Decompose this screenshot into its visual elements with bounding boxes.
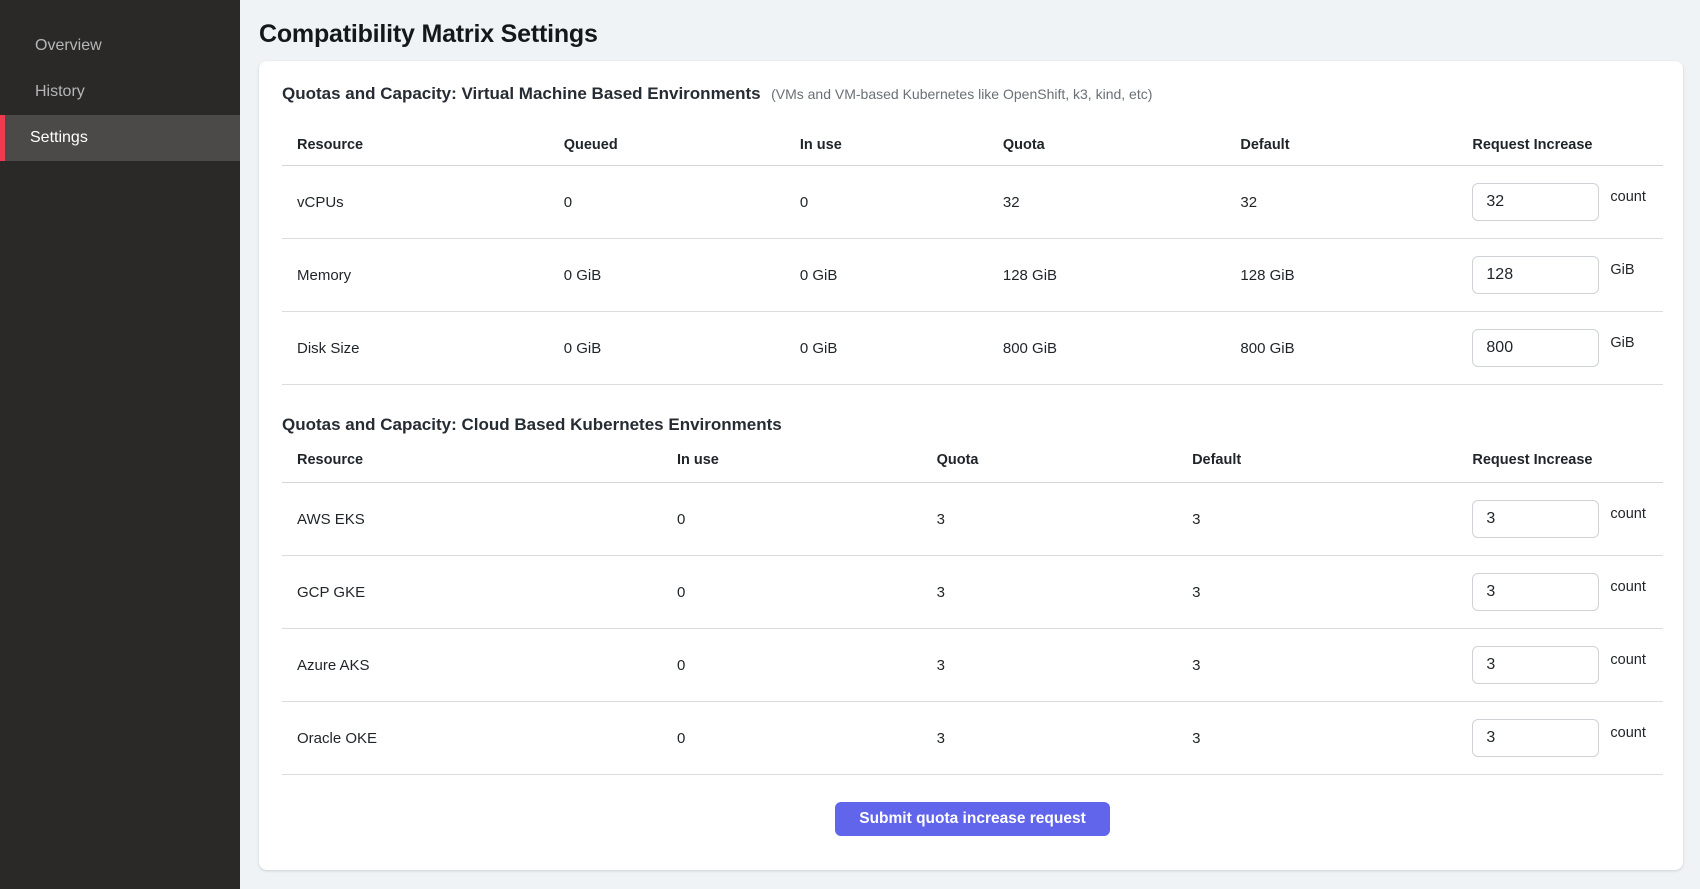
cloud-section-header: Quotas and Capacity: Cloud Based Kuberne… [282,385,1663,439]
sidebar-item-history[interactable]: History [0,69,240,115]
column-header-queued: Queued [564,137,800,153]
quota-value: 128 GiB [1003,267,1241,284]
in-use-value: 0 [677,730,937,747]
main-content: Compatibility Matrix Settings Quotas and… [240,0,1700,889]
column-header-default: Default [1240,137,1472,153]
in-use-value: 0 GiB [800,267,1003,284]
table-row-disk-size: Disk Size 0 GiB 0 GiB 800 GiB 800 GiB Gi… [282,312,1663,385]
quota-value: 800 GiB [1003,340,1241,357]
request-increase-cell: count [1472,500,1663,538]
settings-card: Quotas and Capacity: Virtual Machine Bas… [259,61,1683,870]
quota-value: 32 [1003,194,1241,211]
default-value: 32 [1240,194,1472,211]
resource-name: vCPUs [282,194,564,211]
request-increase-cell: count [1472,646,1663,684]
resource-name: GCP GKE [282,584,677,601]
column-header-default: Default [1192,452,1472,468]
table-row-aws-eks: AWS EKS 0 3 3 count [282,483,1663,556]
in-use-value: 0 [677,511,937,528]
quota-value: 3 [937,584,1192,601]
sidebar-item-label: Overview [35,37,102,55]
resource-name: AWS EKS [282,511,677,528]
queued-value: 0 [564,194,800,211]
column-header-quota: Quota [1003,137,1241,153]
column-header-in-use: In use [677,452,937,468]
table-row-gcp-gke: GCP GKE 0 3 3 count [282,556,1663,629]
page-title: Compatibility Matrix Settings [259,20,1683,49]
in-use-value: 0 GiB [800,340,1003,357]
request-increase-input-vcpus[interactable] [1472,183,1599,221]
sidebar: Overview History Settings [0,0,240,889]
resource-name: Azure AKS [282,657,677,674]
in-use-value: 0 [677,657,937,674]
column-header-quota: Quota [937,452,1192,468]
default-value: 800 GiB [1240,340,1472,357]
unit-label: count [1610,506,1645,522]
request-increase-cell: count [1472,573,1663,611]
vm-section-header: Quotas and Capacity: Virtual Machine Bas… [282,61,1663,107]
request-increase-cell: count [1472,719,1663,757]
request-increase-cell: GiB [1472,329,1663,367]
in-use-value: 0 [677,584,937,601]
column-header-resource: Resource [282,452,677,468]
sidebar-item-settings[interactable]: Settings [0,115,240,161]
column-header-in-use: In use [800,137,1003,153]
column-header-request-increase: Request Increase [1472,452,1663,468]
resource-name: Disk Size [282,340,564,357]
unit-label: GiB [1610,262,1634,278]
resource-name: Oracle OKE [282,730,677,747]
cloud-quota-section: Quotas and Capacity: Cloud Based Kuberne… [282,385,1663,775]
app-root: Overview History Settings Compatibility … [0,0,1700,889]
request-increase-input-disk-size[interactable] [1472,329,1599,367]
queued-value: 0 GiB [564,267,800,284]
vm-section-subtitle: (VMs and VM-based Kubernetes like OpenSh… [771,86,1152,102]
in-use-value: 0 [800,194,1003,211]
vm-quota-section: Quotas and Capacity: Virtual Machine Bas… [282,61,1663,385]
unit-label: count [1610,725,1645,741]
sidebar-item-label: History [35,83,85,101]
table-row-oracle-oke: Oracle OKE 0 3 3 count [282,702,1663,775]
vm-table-header: Resource Queued In use Quota Default Req… [282,107,1663,166]
request-increase-cell: GiB [1472,256,1663,294]
request-increase-cell: count [1472,183,1663,221]
table-row-azure-aks: Azure AKS 0 3 3 count [282,629,1663,702]
unit-label: count [1610,579,1645,595]
vm-section-title: Quotas and Capacity: Virtual Machine Bas… [282,84,761,103]
request-increase-input-aws-eks[interactable] [1472,500,1599,538]
default-value: 128 GiB [1240,267,1472,284]
card-footer: Submit quota increase request [282,775,1663,856]
cloud-table-header: Resource In use Quota Default Request In… [282,439,1663,483]
column-header-request-increase: Request Increase [1472,137,1663,153]
resource-name: Memory [282,267,564,284]
column-header-resource: Resource [282,137,564,153]
quota-value: 3 [937,657,1192,674]
default-value: 3 [1192,730,1472,747]
cloud-section-title: Quotas and Capacity: Cloud Based Kuberne… [282,415,782,434]
unit-label: GiB [1610,335,1634,351]
quota-value: 3 [937,511,1192,528]
unit-label: count [1610,652,1645,668]
quota-value: 3 [937,730,1192,747]
table-row-vcpus: vCPUs 0 0 32 32 count [282,166,1663,239]
request-increase-input-memory[interactable] [1472,256,1599,294]
default-value: 3 [1192,511,1472,528]
sidebar-item-label: Settings [30,129,88,147]
sidebar-item-overview[interactable]: Overview [0,23,240,69]
request-increase-input-gcp-gke[interactable] [1472,573,1599,611]
request-increase-input-oracle-oke[interactable] [1472,719,1599,757]
request-increase-input-azure-aks[interactable] [1472,646,1599,684]
table-row-memory: Memory 0 GiB 0 GiB 128 GiB 128 GiB GiB [282,239,1663,312]
submit-quota-increase-button[interactable]: Submit quota increase request [835,802,1110,836]
default-value: 3 [1192,584,1472,601]
queued-value: 0 GiB [564,340,800,357]
default-value: 3 [1192,657,1472,674]
unit-label: count [1610,189,1645,205]
